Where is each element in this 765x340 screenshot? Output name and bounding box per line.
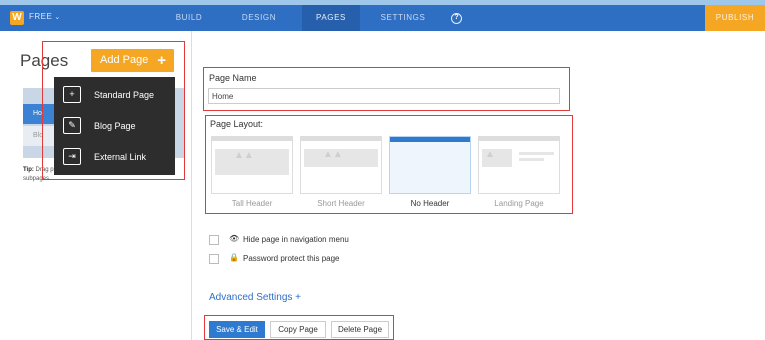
page-title: Pages	[20, 51, 69, 70]
tab-build[interactable]: BUILD	[161, 5, 217, 31]
page-name-input[interactable]	[208, 88, 560, 104]
list-item[interactable]: Blo	[23, 126, 58, 146]
password-protect-label: Password protect this page	[243, 254, 340, 263]
menu-item-standard-page[interactable]: + Standard Page	[54, 83, 175, 109]
add-page-label: Add Page	[100, 54, 149, 66]
advanced-settings-link[interactable]: Advanced Settings +	[209, 292, 301, 303]
plan-label: FREE	[29, 12, 53, 21]
layout-bar	[390, 137, 470, 142]
layout-no-header[interactable]	[389, 136, 471, 194]
menu-item-blog-page[interactable]: ✎ Blog Page	[54, 114, 175, 140]
layout-landing-page[interactable]: ▲	[478, 136, 560, 194]
copy-page-button[interactable]: Copy Page	[270, 321, 326, 338]
layout-tall-header[interactable]: ▲▲	[211, 136, 293, 194]
add-page-button[interactable]: Add Page +	[91, 49, 174, 72]
menu-item-external-link[interactable]: ⇥ External Link	[54, 145, 175, 171]
menu-item-label: External Link	[94, 152, 147, 162]
external-link-icon: ⇥	[63, 148, 81, 165]
blog-page-icon: ✎	[63, 117, 81, 134]
menu-item-label: Blog Page	[94, 121, 136, 131]
standard-page-icon: +	[63, 86, 81, 103]
menu-item-label: Standard Page	[94, 90, 155, 100]
layout-caption: No Header	[410, 199, 450, 208]
delete-page-button[interactable]: Delete Page	[331, 321, 389, 338]
hide-in-nav-label: Hide page in navigation menu	[243, 235, 349, 244]
image-placeholder-icon: ▲▲	[234, 150, 254, 161]
page-name-label: Page Name	[209, 73, 257, 83]
plus-icon: +	[157, 52, 166, 69]
image-placeholder-icon: ▲▲	[323, 149, 343, 160]
list-item[interactable]: Ho	[23, 104, 58, 124]
image-placeholder-icon: ▲	[485, 149, 495, 160]
plus-icon: +	[295, 292, 302, 303]
tip-label: Tip:	[23, 167, 34, 173]
eye-hidden-icon: 👁	[229, 234, 240, 243]
help-icon[interactable]: ?	[451, 13, 462, 24]
layout-caption: Tall Header	[231, 199, 273, 208]
layout-bar	[301, 137, 381, 141]
publish-button[interactable]: PUBLISH	[705, 5, 765, 31]
page-layout-label: Page Layout:	[210, 119, 264, 129]
add-page-menu: + Standard Page ✎ Blog Page ⇥ External L…	[54, 77, 175, 175]
tab-design[interactable]: DESIGN	[229, 5, 289, 31]
tab-settings[interactable]: SETTINGS	[371, 5, 435, 31]
password-protect-checkbox[interactable]	[209, 254, 219, 264]
layout-line	[519, 158, 544, 161]
layout-caption: Short Header	[317, 199, 365, 208]
layout-short-header[interactable]: ▲▲	[300, 136, 382, 194]
layout-line	[519, 152, 554, 155]
layout-bar	[479, 137, 559, 141]
advanced-settings-label: Advanced Settings	[209, 292, 293, 303]
tab-pages[interactable]: PAGES	[302, 5, 360, 31]
hide-in-nav-checkbox[interactable]	[209, 235, 219, 245]
weebly-logo-icon[interactable]: W	[10, 11, 24, 25]
lock-icon: 🔒	[229, 253, 239, 262]
layout-bar	[212, 137, 292, 141]
save-edit-button[interactable]: Save & Edit	[209, 321, 265, 338]
layout-caption: Landing Page	[494, 199, 544, 208]
chevron-down-icon: ⌄	[54, 14, 61, 21]
plan-dropdown[interactable]: FREE ⌄	[29, 12, 61, 21]
